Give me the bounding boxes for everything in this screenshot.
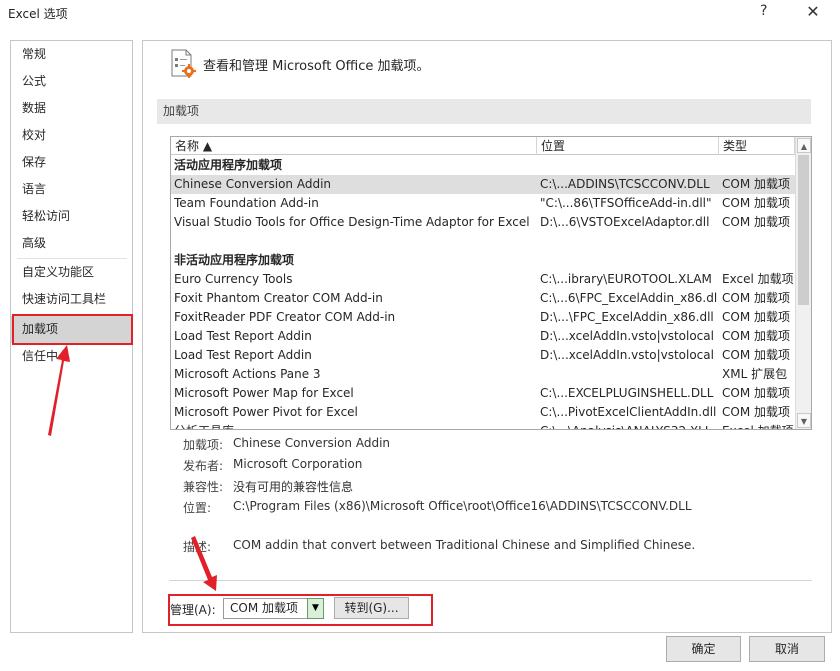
nav-item-customize-ribbon[interactable]: 自定义功能区 (11, 259, 132, 286)
addin-type-cell: Excel 加载项 (722, 422, 796, 429)
detail-compat-value: 没有可用的兼容性信息 (233, 480, 354, 494)
addin-type-cell: COM 加载项 (722, 348, 790, 362)
addin-location-cell: D:\...xcelAddIn.vsto|vstolocal (540, 348, 714, 362)
options-nav: 常规 公式 数据 校对 保存 语言 轻松访问 高级 自定义功能区 快速访问工具栏… (10, 40, 133, 633)
nav-item-trust-center[interactable]: 信任中心 (11, 343, 132, 370)
group-label: 非活动应用程序加载项 (174, 253, 295, 267)
addin-type-cell: COM 加载项 (722, 196, 790, 210)
addin-type-cell: COM 加载项 (722, 405, 790, 419)
manage-label: 管理(A): (170, 603, 216, 617)
addin-type-cell: COM 加载项 (722, 215, 790, 229)
table-row[interactable]: Team Foundation Add-in "C:\...86\TFSOffic… (171, 194, 795, 213)
scroll-down-icon[interactable]: ▼ (797, 413, 811, 428)
table-row[interactable]: Load Test Report Addin D:\...xcelAddIn.vs… (171, 327, 795, 346)
addin-location-cell: C:\...ibrary\EUROTOOL.XLAM (540, 272, 712, 286)
section-header: 加载项 (157, 99, 811, 124)
addin-name-cell: Team Foundation Add-in (174, 196, 319, 210)
addins-panel: 查看和管理 Microsoft Office 加载项。 加载项 名称 ▲ 位置 … (142, 40, 832, 633)
addin-name-cell: Foxit Phantom Creator COM Add-in (174, 291, 383, 305)
addin-name-cell: FoxitReader PDF Creator COM Add-in (174, 310, 396, 324)
addin-type-cell: COM 加载项 (722, 386, 790, 400)
detail-location-label: 位置: (183, 501, 212, 515)
page-title: 查看和管理 Microsoft Office 加载项。 (203, 59, 430, 74)
table-row[interactable]: Load Test Report Addin D:\...xcelAddIn.vs… (171, 346, 795, 365)
addin-name-cell: Visual Studio Tools for Office Design-Ti… (174, 215, 530, 229)
table-row[interactable]: Microsoft Power Pivot for Excel C:\...Piv… (171, 403, 795, 422)
group-label: 活动应用程序加载项 (174, 158, 283, 172)
table-row[interactable]: Foxit Phantom Creator COM Add-in C:\...6\… (171, 289, 795, 308)
detail-description-label: 描述: (183, 540, 212, 554)
addins-highlight-box (12, 314, 133, 345)
column-header-location[interactable]: 位置 (537, 137, 719, 155)
close-icon[interactable]: ✕ (803, 2, 823, 21)
window-title: Excel 选项 (8, 7, 68, 21)
addin-location-cell: C:\...PivotExcelClientAddIn.dll (540, 405, 717, 419)
scroll-up-icon[interactable]: ▲ (797, 138, 811, 153)
table-row[interactable] (171, 232, 795, 251)
nav-item-quick-access-toolbar[interactable]: 快速访问工具栏 (11, 286, 132, 313)
addin-type-cell: Excel 加载项 (722, 272, 794, 286)
nav-item-general[interactable]: 常规 (11, 41, 132, 68)
divider (169, 580, 812, 581)
detail-publisher-value: Microsoft Corporation (233, 457, 363, 471)
table-group-header: 非活动应用程序加载项 (171, 251, 795, 270)
addin-location-cell: C:\...\Analysis\ANALYS32.XLL (540, 422, 718, 429)
addin-name-cell: Microsoft Power Pivot for Excel (174, 405, 358, 419)
addin-location-cell: D:\...6\VSTOExcelAdaptor.dll (540, 215, 710, 229)
addin-location-cell: C:\...EXCELPLUGINSHELL.DLL (540, 386, 714, 400)
addin-name-cell: Load Test Report Addin (174, 348, 312, 362)
addin-name-cell: Microsoft Actions Pane 3 (174, 367, 321, 381)
detail-description-value: COM addin that convert between Tradition… (233, 538, 696, 552)
scroll-thumb[interactable] (798, 155, 809, 305)
column-header-type[interactable]: 类型 (719, 137, 795, 155)
addin-location-cell: D:\...\FPC_ExcelAddin_x86.dll (540, 310, 714, 324)
addin-type-cell: COM 加载项 (722, 291, 790, 305)
detail-addin-value: Chinese Conversion Addin (233, 436, 391, 450)
addin-name-cell: Microsoft Power Map for Excel (174, 386, 354, 400)
chevron-down-icon[interactable]: ▼ (307, 598, 324, 619)
table-row[interactable]: 分析工具库 C:\...\Analysis\ANALYS32.XLL Excel 加… (171, 422, 796, 429)
addin-type-cell: COM 加载项 (722, 177, 790, 191)
table-row[interactable]: FoxitReader PDF Creator COM Add-in D:\...… (171, 308, 795, 327)
table-row[interactable]: Visual Studio Tools for Office Design-Ti… (171, 213, 795, 232)
nav-item-language[interactable]: 语言 (11, 176, 132, 203)
title-bar: Excel 选项 ? ✕ (0, 0, 840, 30)
go-button[interactable]: 转到(G)... (334, 597, 409, 619)
addin-name-cell: Chinese Conversion Addin (174, 177, 332, 191)
nav-item-advanced[interactable]: 高级 (11, 230, 132, 257)
addins-table: 名称 ▲ 位置 类型 活动应用程序加载项 Chinese Conversion A… (170, 136, 812, 430)
detail-addin-label: 加载项: (183, 438, 224, 452)
nav-item-accessibility[interactable]: 轻松访问 (11, 203, 132, 230)
detail-compat-label: 兼容性: (183, 480, 224, 494)
addin-name-cell: 分析工具库 (174, 422, 534, 429)
detail-location-value: C:\Program Files (x86)\Microsoft Office\… (233, 499, 692, 513)
ok-button[interactable]: 确定 (666, 636, 741, 662)
table-row[interactable]: Euro Currency Tools C:\...ibrary\EUROTOOL… (171, 270, 795, 289)
table-row[interactable]: Chinese Conversion Addin C:\...ADDINS\TCS… (171, 175, 795, 194)
table-body: 活动应用程序加载项 Chinese Conversion Addin C:\...A… (171, 156, 796, 429)
addins-settings-icon (171, 49, 196, 78)
help-icon[interactable]: ? (760, 3, 767, 19)
table-header: 名称 ▲ 位置 类型 (171, 137, 795, 155)
table-scrollbar[interactable]: ▲ ▼ (795, 137, 811, 429)
cancel-button[interactable]: 取消 (749, 636, 825, 662)
addin-location-cell: C:\...ADDINS\TCSCCONV.DLL (540, 177, 710, 191)
nav-item-data[interactable]: 数据 (11, 95, 132, 122)
addin-name-cell: Euro Currency Tools (174, 272, 293, 286)
addin-type-cell: XML 扩展包 (722, 367, 788, 381)
table-row[interactable]: Microsoft Actions Pane 3 XML 扩展包 (171, 365, 795, 384)
addin-type-cell: COM 加载项 (722, 329, 790, 343)
table-group-header: 活动应用程序加载项 (171, 156, 795, 175)
nav-item-save[interactable]: 保存 (11, 149, 132, 176)
addin-type-cell: COM 加载项 (722, 310, 790, 324)
addin-name-cell: Load Test Report Addin (174, 329, 312, 343)
detail-publisher-label: 发布者: (183, 459, 224, 473)
table-row[interactable]: Microsoft Power Map for Excel C:\...EXCEL… (171, 384, 795, 403)
column-header-name[interactable]: 名称 ▲ (171, 137, 537, 155)
addin-location-cell: "C:\...86\TFSOfficeAdd-in.dll" (540, 196, 712, 210)
nav-item-proofing[interactable]: 校对 (11, 122, 132, 149)
addin-location-cell: D:\...xcelAddIn.vsto|vstolocal (540, 329, 714, 343)
nav-item-formulas[interactable]: 公式 (11, 68, 132, 95)
addin-location-cell: C:\...6\FPC_ExcelAddin_x86.dll (540, 291, 718, 305)
